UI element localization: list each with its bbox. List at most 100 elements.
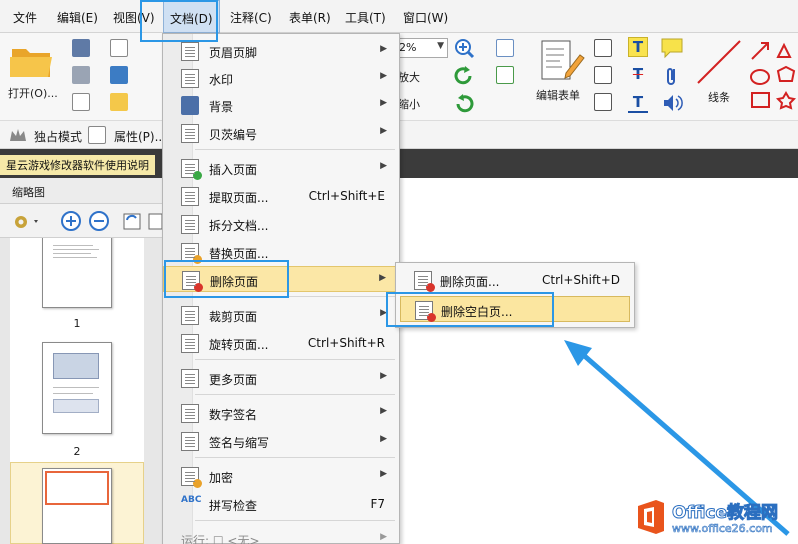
zoom-in-icon[interactable] — [60, 210, 82, 232]
split-document-icon — [181, 215, 199, 234]
menu-bar: 文件 编辑(E) 视图(V) 文档(D) 注释(C) 表单(R) 工具(T) 窗… — [0, 0, 798, 33]
callout-delete-page — [164, 260, 289, 298]
document-tab[interactable]: 星云游戏修改器软件使用说明 — [0, 155, 155, 175]
rotate-cw-icon[interactable] — [453, 93, 475, 115]
thumbnail-tools — [0, 204, 163, 238]
thumbnail-page-number: 1 — [73, 317, 81, 330]
menu-item-bates-number[interactable]: 贝茨编号 ▶ — [163, 120, 399, 146]
spell-check-icon: ABC — [181, 495, 202, 505]
zoom-input[interactable]: 2% ▼ — [398, 38, 448, 58]
menu-file[interactable]: 文件 — [13, 9, 37, 26]
add-field-icon[interactable] — [496, 66, 514, 84]
text-box-icon[interactable] — [594, 66, 612, 84]
sound-icon[interactable] — [662, 93, 684, 113]
header-footer-icon — [181, 42, 199, 61]
submenu-item-delete-page[interactable]: 删除页面... Ctrl+Shift+D — [396, 267, 634, 293]
menu-tools[interactable]: 工具(T) — [345, 9, 386, 26]
properties-button[interactable]: 属性(P)... — [114, 128, 166, 145]
more-pages-icon — [181, 369, 199, 388]
chevron-right-icon: ▶ — [380, 434, 387, 444]
menu-item-rotate-page[interactable]: 旋转页面... Ctrl+Shift+R — [163, 330, 399, 356]
edit-form-icon — [541, 40, 585, 80]
menu-item-run-action: 运行: ☐ <无> ▶ — [181, 532, 387, 544]
menu-item-insert-page[interactable]: 插入页面 ▶ — [163, 155, 399, 181]
chevron-right-icon: ▶ — [380, 98, 387, 108]
exclusive-mode-button[interactable]: 独占模式 — [34, 128, 82, 145]
thumbnail-page-1[interactable] — [42, 238, 112, 308]
encrypt-icon — [181, 467, 202, 488]
menu-form[interactable]: 表单(R) — [289, 9, 331, 26]
email-icon[interactable] — [110, 39, 128, 57]
thumbnail-page-3[interactable] — [42, 468, 112, 544]
menu-item-background[interactable]: 背景 ▶ — [163, 92, 399, 118]
thumbnail-page-2[interactable] — [42, 342, 112, 434]
attach-icon[interactable] — [664, 65, 680, 87]
callout-delete-blank-page — [386, 292, 554, 327]
menu-item-sign-initials[interactable]: 签名与缩写 ▶ — [163, 428, 399, 454]
background-icon — [181, 96, 199, 115]
note-icon[interactable] — [660, 37, 684, 59]
new-doc-icon[interactable] — [72, 93, 90, 111]
menu-item-split-document[interactable]: 拆分文档... — [163, 211, 399, 237]
chevron-right-icon: ▶ — [380, 71, 387, 81]
chevron-right-icon: ▶ — [379, 273, 386, 283]
rotate-right-icon[interactable] — [148, 210, 162, 232]
rotate-ccw-icon[interactable] — [453, 65, 475, 87]
chevron-right-icon: ▶ — [380, 371, 387, 381]
menu-item-encrypt[interactable]: 加密 ▶ — [163, 463, 399, 489]
shrink-label[interactable]: 缩小 — [398, 96, 420, 112]
lines-label[interactable]: 线条 — [708, 89, 730, 105]
menu-item-extract-page[interactable]: 提取页面... Ctrl+Shift+E — [163, 183, 399, 209]
menu-item-watermark[interactable]: 水印 ▶ — [163, 65, 399, 91]
open-button[interactable]: 打开(O)... — [8, 41, 58, 105]
thumbnail-panel: 缩略图 1 2 — [0, 178, 163, 544]
thumbnail-list: 1 2 — [10, 238, 144, 544]
edit-form-label: 编辑表单 — [536, 89, 580, 102]
crown-icon — [10, 129, 26, 141]
watermark-url: www.office26.com — [672, 522, 773, 536]
enlarge-label[interactable]: 放大 — [398, 69, 420, 85]
strikeout-icon[interactable]: T — [628, 65, 648, 85]
typewriter-icon[interactable]: T — [628, 37, 648, 57]
menu-item-digital-signature[interactable]: 数字签名 ▶ — [163, 400, 399, 426]
folder-icon — [10, 49, 52, 77]
callout-document-menu — [140, 0, 218, 42]
menu-item-crop-page[interactable]: 裁剪页面 ▶ — [163, 302, 399, 328]
barcode-icon[interactable] — [594, 39, 612, 57]
underline-icon[interactable]: T — [628, 93, 648, 113]
chevron-right-icon: ▶ — [380, 126, 387, 136]
delete-page-icon — [414, 271, 435, 292]
edit-form-button[interactable]: 编辑表单 — [536, 39, 592, 109]
extract-page-icon — [181, 187, 199, 206]
zoom-in-icon[interactable] — [453, 37, 475, 59]
menu-edit[interactable]: 编辑(E) — [57, 9, 98, 26]
chevron-right-icon: ▶ — [380, 406, 387, 416]
office-logo-icon — [638, 500, 664, 534]
print-icon[interactable] — [72, 66, 90, 84]
insert-page-icon — [181, 159, 202, 180]
zoom-out-icon[interactable] — [88, 210, 110, 232]
shapes-icon[interactable] — [748, 37, 796, 113]
watermark-icon — [181, 69, 199, 88]
text-field-icon[interactable] — [496, 39, 514, 57]
line-tool-icon[interactable] — [694, 37, 744, 87]
gear-icon[interactable] — [12, 212, 42, 232]
thumbnail-panel-title: 缩略图 — [0, 178, 163, 204]
bates-number-icon — [181, 124, 199, 143]
thumbnail-page-number: 2 — [73, 445, 81, 458]
menu-comment[interactable]: 注释(C) — [230, 9, 272, 26]
rotate-left-icon[interactable] — [122, 210, 144, 232]
create-icon[interactable] — [110, 93, 128, 111]
chevron-right-icon: ▶ — [380, 161, 387, 171]
menu-window[interactable]: 窗口(W) — [403, 9, 448, 26]
menu-item-spell-check[interactable]: ABC 拼写检查 F7 — [163, 491, 399, 517]
open-label: 打开(O)... — [8, 87, 58, 100]
list-box-icon[interactable] — [594, 93, 612, 111]
digital-signature-icon — [181, 404, 199, 423]
scan-icon[interactable] — [110, 66, 128, 84]
chevron-right-icon: ▶ — [380, 44, 387, 54]
save-icon[interactable] — [72, 39, 90, 57]
menu-item-more-pages[interactable]: 更多页面 ▶ — [163, 365, 399, 391]
chevron-right-icon: ▶ — [380, 532, 387, 542]
properties-icon — [88, 126, 106, 144]
